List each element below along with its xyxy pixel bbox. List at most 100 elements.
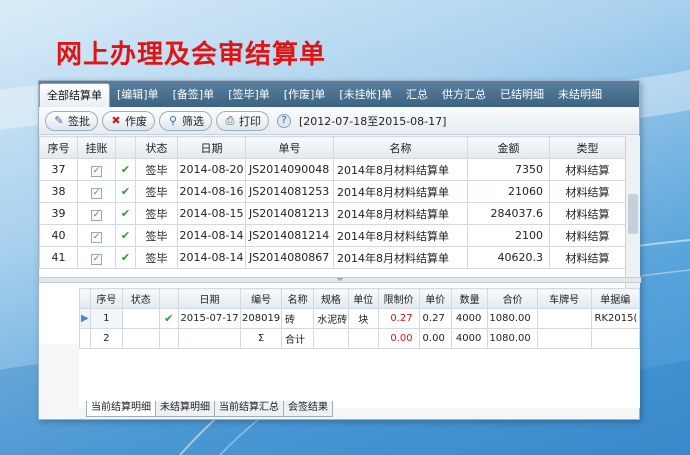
void-button[interactable]: ✖ 作废: [102, 110, 155, 131]
tab-all-settlements[interactable]: 全部结算单: [39, 83, 110, 107]
row-amount: 2100: [467, 224, 550, 247]
print-button[interactable]: ⎙ 打印: [216, 110, 269, 131]
printer-icon: ⎙: [225, 113, 235, 127]
tab-current-settlement-detail[interactable]: 当前结算明细: [86, 401, 156, 417]
row-amount: 7350: [467, 158, 550, 181]
print-button-label: 打印: [239, 114, 261, 128]
table-row[interactable]: 37 ✓ ✔ 签毕 2014-08-20 JS2014090048 2014年8…: [39, 158, 625, 181]
pane-splitter[interactable]: ═: [39, 276, 641, 284]
scroll-thumb[interactable]: [628, 194, 638, 234]
tab-pending-sign[interactable]: [备签]单: [166, 83, 222, 107]
table-row[interactable]: ▶ 1 ✔ 2015-07-17 208019 砖 水泥砖 块 0.27 0.2…: [79, 308, 640, 329]
check-icon: ✔: [120, 229, 131, 242]
date-range-label: [2012-07-18至2015-08-17]: [299, 114, 447, 128]
settlement-window: 全部结算单 [编辑]单 [备签]单 [签毕]单 [作废]单 [未挂帐]单 汇总 …: [38, 80, 641, 420]
table-row[interactable]: 38 ✓ ✔ 签毕 2014-08-16 JS2014081253 2014年8…: [39, 180, 625, 203]
row-name: 合计: [281, 328, 315, 349]
row-no: 39: [39, 202, 78, 225]
col-header-code[interactable]: 单号: [245, 136, 334, 159]
row-unit: [347, 328, 379, 349]
table-row[interactable]: 41 ✓ ✔ 签毕 2014-08-14 JS2014080867 2014年8…: [39, 246, 625, 269]
posted-checkbox[interactable]: ✓: [91, 165, 102, 177]
posted-checkbox[interactable]: ✓: [91, 187, 102, 199]
col-header-name[interactable]: 名称: [281, 288, 315, 309]
row-no: 2: [89, 328, 123, 349]
row-name: 2014年8月材料结算单: [333, 180, 468, 203]
row-plate: [536, 308, 592, 329]
tab-void[interactable]: [作废]单: [277, 83, 333, 107]
posted-checkbox[interactable]: ✓: [91, 231, 102, 243]
tab-edit[interactable]: [编辑]单: [110, 83, 166, 107]
settlement-detail-grid: 序号 状态 日期 编号 名称 规格 单位 限制价 单价 数量 合价 车牌号 单据…: [79, 288, 640, 408]
col-header-no[interactable]: 序号: [39, 136, 78, 159]
col-header-date[interactable]: 日期: [177, 288, 242, 309]
col-header-qty[interactable]: 数量: [450, 288, 489, 309]
filter-button-label: 筛选: [182, 114, 204, 128]
row-type: 材料结算: [549, 158, 625, 181]
row-code: JS2014081253: [245, 180, 334, 203]
row-total: 1080.00: [487, 308, 538, 329]
row-date: 2014-08-14: [177, 224, 246, 247]
col-header-doc[interactable]: 单据编: [590, 288, 640, 309]
tab-summary[interactable]: 汇总: [399, 83, 435, 107]
row-code: Σ: [240, 328, 283, 349]
col-header-name[interactable]: 名称: [333, 136, 468, 159]
upper-header-row: 序号 挂账 状态 日期 单号 名称 金额 类型: [39, 136, 625, 159]
col-header-unit-price[interactable]: 单价: [418, 288, 452, 309]
posted-checkbox[interactable]: ✓: [91, 209, 102, 221]
check-icon: ✔: [120, 163, 131, 176]
tab-signed[interactable]: [签毕]单: [221, 83, 277, 107]
row-type: 材料结算: [549, 246, 625, 269]
table-row[interactable]: 39 ✓ ✔ 签毕 2014-08-15 JS2014081213 2014年8…: [39, 202, 625, 225]
row-name: 2014年8月材料结算单: [333, 246, 468, 269]
col-header-limit-price[interactable]: 限制价: [377, 288, 420, 309]
row-amount: 21060: [467, 180, 550, 203]
tab-unsettled-detail[interactable]: 未结明细: [551, 83, 609, 107]
tab-unposted[interactable]: [未挂帐]单: [332, 83, 399, 107]
tab-unsettled-detail-bottom[interactable]: 未结算明细: [155, 401, 215, 417]
tab-current-settlement-summary[interactable]: 当前结算汇总: [214, 401, 284, 417]
col-header-plate[interactable]: 车牌号: [536, 288, 592, 309]
row-code: JS2014080867: [245, 246, 334, 269]
main-tab-bar: 全部结算单 [编辑]单 [备签]单 [签毕]单 [作废]单 [未挂帐]单 汇总 …: [39, 81, 639, 107]
pen-icon: ✎: [54, 114, 64, 127]
col-header-amount[interactable]: 金额: [467, 136, 550, 159]
sign-button[interactable]: ✎ 签批: [45, 110, 98, 131]
col-header-date[interactable]: 日期: [177, 136, 246, 159]
col-header-type[interactable]: 类型: [549, 136, 625, 159]
col-header-status[interactable]: 状态: [135, 136, 178, 159]
row-status: 签毕: [135, 202, 178, 225]
col-header-no[interactable]: 序号: [89, 288, 123, 309]
row-qty: 4000: [450, 328, 489, 349]
row-no: 40: [39, 224, 78, 247]
table-row[interactable]: 2 Σ 合计 0.00 0.00 4000 1080.00: [79, 328, 640, 349]
sign-button-label: 签批: [68, 114, 90, 128]
table-row[interactable]: 40 ✓ ✔ 签毕 2014-08-14 JS2014081214 2014年8…: [39, 224, 625, 247]
row-type: 材料结算: [549, 224, 625, 247]
col-header-spec[interactable]: 规格: [313, 288, 349, 309]
row-no: 1: [89, 308, 123, 329]
row-total: 1080.00: [487, 328, 538, 349]
row-name: 2014年8月材料结算单: [333, 224, 468, 247]
tab-settled-detail[interactable]: 已结明细: [493, 83, 551, 107]
lower-header-row: 序号 状态 日期 编号 名称 规格 单位 限制价 单价 数量 合价 车牌号 单据…: [79, 288, 640, 309]
col-header-status[interactable]: 状态: [121, 288, 160, 309]
row-no: 37: [39, 158, 78, 181]
row-code: JS2014081213: [245, 202, 334, 225]
col-header-total[interactable]: 合价: [487, 288, 538, 309]
row-doc: [590, 328, 640, 349]
row-status: 签毕: [135, 158, 178, 181]
col-header-flag[interactable]: [115, 136, 136, 159]
row-limit-price: 0.00: [377, 328, 420, 349]
row-status: 签毕: [135, 224, 178, 247]
posted-checkbox[interactable]: ✓: [91, 253, 102, 265]
col-header-code[interactable]: 编号: [240, 288, 283, 309]
tab-supplier-summary[interactable]: 供方汇总: [435, 83, 493, 107]
col-header-posted[interactable]: 挂账: [77, 136, 116, 159]
col-header-unit[interactable]: 单位: [347, 288, 379, 309]
row-doc: RK2015(: [590, 308, 640, 329]
tab-cosign-result[interactable]: 会签结果: [283, 401, 333, 417]
help-icon[interactable]: ?: [277, 113, 291, 128]
row-status: 签毕: [135, 246, 178, 269]
filter-button[interactable]: ⚲ 筛选: [159, 110, 212, 131]
